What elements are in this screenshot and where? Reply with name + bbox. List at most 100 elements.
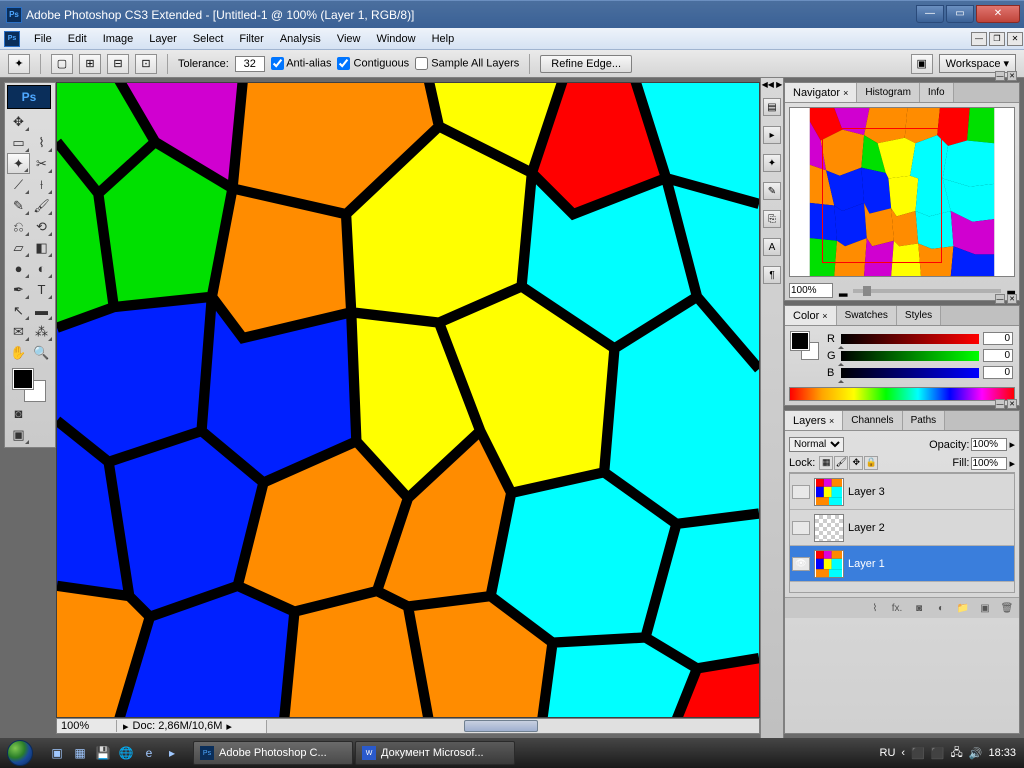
magic-wand-tool[interactable]: ✦ (7, 153, 30, 174)
selection-add-icon[interactable]: ⊞ (79, 54, 101, 74)
visibility-toggle[interactable] (792, 485, 810, 499)
minimize-button[interactable]: — (916, 5, 944, 23)
marquee-tool[interactable]: ▭ (7, 132, 30, 153)
tab-navigator[interactable]: Navigator× (785, 83, 857, 102)
ql-icon[interactable]: ▦ (69, 742, 91, 764)
dock-icon-6[interactable]: A (763, 238, 781, 256)
adjustment-layer-icon[interactable]: ◐ (933, 601, 949, 615)
panel-close-icon[interactable]: ✕ (1007, 399, 1017, 409)
menu-select[interactable]: Select (185, 30, 232, 48)
layer-name[interactable]: Layer 2 (848, 522, 885, 534)
zoom-tool[interactable]: 🔍 (30, 342, 53, 363)
eraser-tool[interactable]: ▱ (7, 237, 30, 258)
dock-icon-5[interactable]: ⎘ (763, 210, 781, 228)
horizontal-scrollbar[interactable] (267, 719, 759, 733)
selection-subtract-icon[interactable]: ⊟ (107, 54, 129, 74)
ql-icon[interactable]: 💾 (92, 742, 114, 764)
color-swatch-pair[interactable] (791, 332, 819, 360)
lock-image-icon[interactable]: 🖌 (834, 456, 848, 470)
blend-mode-select[interactable]: Normal (789, 437, 844, 452)
eyedropper-tool[interactable]: ⁂ (30, 321, 53, 342)
document-info[interactable]: ▸Doc: 2,86M/10,6M▸ (117, 720, 267, 733)
dock-icon-4[interactable]: ✎ (763, 182, 781, 200)
dock-icon-7[interactable]: ¶ (763, 266, 781, 284)
tab-info[interactable]: Info (920, 83, 954, 102)
fill-arrow-icon[interactable]: ▸ (1009, 457, 1015, 470)
maximize-button[interactable]: ▭ (946, 5, 974, 23)
ql-icon[interactable]: ▸ (161, 742, 183, 764)
layer-thumbnail[interactable] (814, 514, 844, 542)
layer-name[interactable]: Layer 3 (848, 486, 885, 498)
zoom-display[interactable]: 100% (57, 720, 117, 732)
dodge-tool[interactable]: ◐ (30, 258, 53, 279)
layer-row[interactable]: Layer 2 (790, 510, 1014, 546)
menu-view[interactable]: View (329, 30, 369, 48)
lock-position-icon[interactable]: ✥ (849, 456, 863, 470)
lock-transparency-icon[interactable]: ▦ (819, 456, 833, 470)
magic-wand-preset-icon[interactable]: ✦ (8, 54, 30, 74)
menu-window[interactable]: Window (368, 30, 423, 48)
fill-input[interactable] (971, 457, 1007, 470)
clock[interactable]: 18:33 (988, 747, 1016, 759)
layer-mask-icon[interactable]: ◙ (911, 601, 927, 615)
tray-icon[interactable]: ⬛ (931, 747, 945, 760)
tab-channels[interactable]: Channels (843, 411, 902, 430)
lock-all-icon[interactable]: 🔒 (864, 456, 878, 470)
menu-edit[interactable]: Edit (60, 30, 95, 48)
dock-icon-2[interactable]: ▸ (763, 126, 781, 144)
stamp-tool[interactable]: ⎌ (7, 216, 30, 237)
link-layers-icon[interactable]: ⌇ (867, 601, 883, 615)
panel-close-icon[interactable]: ✕ (1007, 71, 1017, 81)
layer-row[interactable]: 👁 Layer 1 (790, 546, 1014, 582)
foreground-color-swatch[interactable] (13, 369, 33, 389)
selection-intersect-icon[interactable]: ⊡ (135, 54, 157, 74)
visibility-toggle[interactable]: 👁 (792, 557, 810, 571)
panel-minimize-icon[interactable]: — (995, 71, 1005, 81)
pen-tool[interactable]: ✒ (7, 279, 30, 300)
gradient-tool[interactable]: ◧ (30, 237, 53, 258)
taskbar-app-photoshop[interactable]: PsAdobe Photoshop C... (193, 741, 353, 765)
opacity-arrow-icon[interactable]: ▸ (1009, 438, 1015, 451)
notes-tool[interactable]: ✉ (7, 321, 30, 342)
menu-help[interactable]: Help (424, 30, 463, 48)
type-tool[interactable]: T (30, 279, 53, 300)
hand-tool[interactable]: ✋ (7, 342, 30, 363)
dock-icon-1[interactable]: ▤ (763, 98, 781, 116)
slice-tool[interactable]: ⟋ (7, 174, 30, 195)
menu-image[interactable]: Image (95, 30, 142, 48)
ql-icon[interactable]: e (138, 742, 160, 764)
opacity-input[interactable] (971, 438, 1007, 451)
move-tool[interactable]: ✥ (7, 111, 30, 132)
color-fg-swatch[interactable] (791, 332, 809, 350)
tray-arrow-icon[interactable]: ‹ (901, 747, 905, 759)
tolerance-input[interactable] (235, 56, 265, 72)
history-brush-tool[interactable]: ⟲ (30, 216, 53, 237)
ps-icon[interactable]: Ps (4, 31, 20, 47)
visibility-toggle[interactable] (792, 521, 810, 535)
panel-close-icon[interactable]: ✕ (1007, 294, 1017, 304)
layer-thumbnail[interactable] (814, 550, 844, 578)
tab-histogram[interactable]: Histogram (857, 83, 920, 102)
refine-edge-button[interactable]: Refine Edge... (540, 55, 632, 73)
new-layer-icon[interactable]: ▣ (977, 601, 993, 615)
layer-group-icon[interactable]: 📁 (955, 601, 971, 615)
selection-new-icon[interactable]: ▢ (51, 54, 73, 74)
zoom-out-icon[interactable]: ▂ (839, 284, 847, 297)
layer-name[interactable]: Layer 1 (848, 558, 885, 570)
navigator-zoom-input[interactable] (789, 283, 833, 298)
tab-layers[interactable]: Layers× (785, 411, 843, 430)
doc-minimize-button[interactable]: — (971, 32, 987, 46)
tray-icon[interactable]: ⬛ (911, 747, 925, 760)
ql-icon[interactable]: 🌐 (115, 742, 137, 764)
contiguous-checkbox[interactable]: Contiguous (337, 57, 409, 70)
b-input[interactable] (983, 366, 1013, 379)
navigator-thumbnail[interactable] (789, 107, 1015, 277)
r-input[interactable] (983, 332, 1013, 345)
navigator-view-rect[interactable] (822, 128, 942, 263)
layer-thumbnail[interactable] (814, 478, 844, 506)
r-slider[interactable] (841, 334, 979, 344)
layer-style-icon[interactable]: fx. (889, 601, 905, 615)
sample-all-checkbox[interactable]: Sample All Layers (415, 57, 519, 70)
start-button[interactable] (0, 738, 40, 768)
delete-layer-icon[interactable]: 🗑 (999, 601, 1015, 615)
